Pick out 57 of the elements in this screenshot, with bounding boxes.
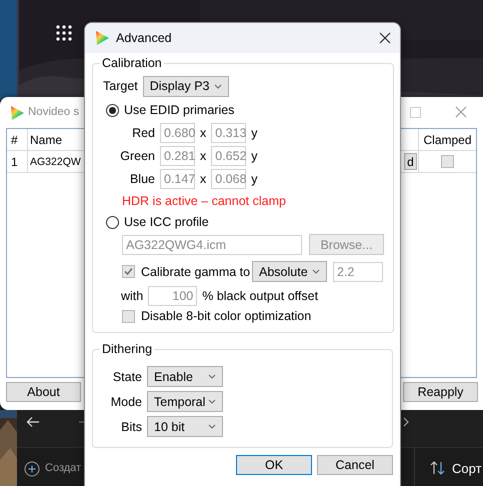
chevron-icon: [214, 84, 222, 88]
field-label: Target: [103, 79, 138, 93]
close-icon[interactable]: [379, 32, 391, 44]
column-header[interactable]: Clamped: [418, 129, 476, 150]
window-title: Novideo s: [28, 106, 80, 118]
table-cell: 1: [7, 151, 28, 172]
checkbox-label[interactable]: Disable 8-bit color optimization: [141, 309, 312, 323]
reapply-button[interactable]: Reapply: [403, 382, 478, 402]
create-label[interactable]: Создат: [45, 462, 82, 474]
cancel-button[interactable]: Cancel: [317, 455, 393, 475]
checkbox[interactable]: [122, 265, 135, 278]
radio-button[interactable]: [106, 216, 119, 228]
dropdown[interactable]: 10 bit: [147, 416, 223, 437]
chevron-icon: [208, 399, 216, 404]
sort-label[interactable]: Сорт: [452, 461, 482, 476]
chevron-icon: [312, 269, 320, 274]
field-label: Mode: [110, 394, 142, 408]
radio-label[interactable]: Use ICC profile: [124, 215, 209, 229]
column-header[interactable]: Name: [28, 129, 78, 150]
field-label: % black output offset: [202, 289, 318, 303]
about-button[interactable]: About: [6, 382, 81, 402]
chevron-icon: [208, 424, 216, 429]
checkbox[interactable]: [122, 310, 135, 322]
dropdown[interactable]: Absolute: [252, 261, 327, 282]
radio-label[interactable]: Use EDID primaries: [124, 103, 234, 117]
field-label: Red: [131, 126, 155, 140]
group-title: Dithering: [101, 342, 154, 356]
field-label: Bits: [120, 420, 142, 434]
field-label: with: [121, 289, 144, 303]
back-arrow-icon[interactable]: [26, 416, 40, 428]
unit-label: y: [251, 149, 258, 163]
ok-button[interactable]: OK: [236, 455, 312, 475]
chevron-icon[interactable]: [403, 417, 409, 427]
separator-label: x: [200, 149, 206, 163]
unit-label: y: [251, 126, 258, 140]
field-label: Green: [119, 149, 155, 163]
radio-button[interactable]: [106, 104, 119, 116]
row-button[interactable]: d: [404, 153, 417, 170]
separator-label: x: [200, 172, 206, 186]
warning-text: HDR is active – cannot clamp: [122, 194, 286, 208]
checkbox[interactable]: [441, 155, 454, 168]
field-label: State: [112, 370, 142, 384]
group-title: Calibration: [101, 56, 163, 70]
column-header[interactable]: #: [7, 129, 28, 150]
dropdown[interactable]: Display P3: [142, 76, 229, 96]
dropdown[interactable]: Temporal: [147, 391, 223, 412]
field-label: Blue: [128, 172, 155, 186]
separator-label: x: [200, 126, 206, 140]
dropdown[interactable]: Enable: [147, 366, 223, 387]
chevron-icon: [208, 374, 216, 379]
sort-icon[interactable]: [429, 460, 447, 476]
add-icon[interactable]: [24, 461, 40, 477]
app-grid-icon[interactable]: [56, 25, 72, 41]
unit-label: y: [251, 172, 258, 186]
app-logo-icon: [94, 30, 110, 46]
app-logo-icon: [9, 105, 25, 121]
dialog-title: Advanced: [116, 31, 173, 45]
